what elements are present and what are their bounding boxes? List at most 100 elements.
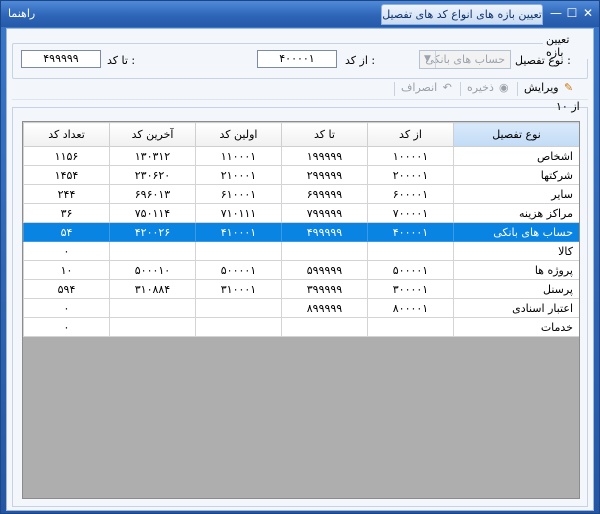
cell-count[interactable]: ۵۴ — [23, 222, 110, 242]
cell-from[interactable]: ۲۰۰۰۰۱ — [367, 165, 454, 185]
cell-to[interactable]: ۷۹۹۹۹۹ — [281, 203, 368, 223]
cell-count[interactable]: ۵۹۴ — [23, 279, 110, 299]
col-header-type[interactable]: نوع تفصیل — [453, 122, 579, 147]
table-row[interactable]: ۱۱۵۶ ۱۳۰۳۱۲ ۱۱۰۰۰۱ ۱۹۹۹۹۹ ۱۰۰۰۰۱ اشخاص — [23, 146, 579, 166]
table-row[interactable]: ۱۴۵۴ ۲۳۰۶۲۰ ۲۱۰۰۰۱ ۲۹۹۹۹۹ ۲۰۰۰۰۱ شرکتها — [23, 165, 579, 185]
table-row[interactable]: ۲۴۴ ۶۹۶۰۱۳ ۶۱۰۰۰۱ ۶۹۹۹۹۹ ۶۰۰۰۰۱ سایر — [23, 184, 579, 204]
col-header-to[interactable]: تا کد — [281, 122, 368, 147]
cell-type[interactable]: مراکز هزینه — [453, 203, 579, 223]
cell-last[interactable]: ۵۰۰۰۱۰ — [109, 260, 196, 280]
cell-type[interactable]: خدمات — [453, 317, 579, 337]
table-row[interactable]: ۳۶ ۷۵۰۱۱۴ ۷۱۰۱۱۱ ۷۹۹۹۹۹ ۷۰۰۰۰۱ مراکز هزی… — [23, 203, 579, 223]
col-header-count[interactable]: تعداد کد — [23, 122, 110, 147]
header-row: تعداد کد آخرین کد اولین کد تا کد از کد ن… — [23, 122, 579, 147]
cell-from[interactable]: ۴۰۰۰۰۱ — [367, 222, 454, 242]
toolbar-separator — [394, 82, 395, 96]
save-button[interactable]: ذخیره ◉ — [467, 81, 511, 94]
cell-type[interactable]: کالا — [453, 241, 579, 261]
cell-from[interactable] — [367, 241, 454, 261]
cell-count[interactable]: ۱۴۵۴ — [23, 165, 110, 185]
cell-count[interactable]: ۱۱۵۶ — [23, 146, 110, 166]
cell-count[interactable]: ۰ — [23, 317, 110, 337]
cell-last[interactable] — [109, 298, 196, 318]
cell-first[interactable]: ۶۱۰۰۰۱ — [195, 184, 282, 204]
table-row[interactable]: ۱۰ ۵۰۰۰۱۰ ۵۰۰۰۰۱ ۵۹۹۹۹۹ ۵۰۰۰۰۱ پروژه ها — [23, 260, 579, 280]
cell-type[interactable]: پروژه ها — [453, 260, 579, 280]
cell-type[interactable]: سایر — [453, 184, 579, 204]
cell-from[interactable]: ۷۰۰۰۰۱ — [367, 203, 454, 223]
cell-last[interactable]: ۲۳۰۶۲۰ — [109, 165, 196, 185]
help-menu[interactable]: راهنما — [8, 7, 35, 20]
col-header-from[interactable]: از کد — [367, 122, 454, 147]
cell-last[interactable]: ۷۵۰۱۱۴ — [109, 203, 196, 223]
cell-first[interactable] — [195, 298, 282, 318]
cell-last[interactable]: ۳۱۰۸۸۴ — [109, 279, 196, 299]
cell-from[interactable]: ۶۰۰۰۰۱ — [367, 184, 454, 204]
cell-count[interactable]: ۲۴۴ — [23, 184, 110, 204]
cell-first[interactable]: ۷۱۰۱۱۱ — [195, 203, 282, 223]
cell-first[interactable]: ۱۱۰۰۰۱ — [195, 146, 282, 166]
to-code-field[interactable]: ۴۹۹۹۹۹ — [21, 50, 101, 68]
cell-first[interactable]: ۵۰۰۰۰۱ — [195, 260, 282, 280]
chevron-down-icon[interactable]: ▼ — [420, 51, 436, 68]
save-icon: ◉ — [499, 81, 509, 94]
cell-from[interactable] — [367, 317, 454, 337]
close-icon[interactable]: ✕ — [581, 6, 595, 20]
cell-last[interactable] — [109, 241, 196, 261]
edit-button[interactable]: ویرایش ✎ — [524, 81, 576, 94]
cell-type[interactable]: اعتبار اسنادی — [453, 298, 579, 318]
code-ranges-grid[interactable]: تعداد کد آخرین کد اولین کد تا کد از کد ن… — [22, 121, 580, 499]
cell-count[interactable]: ۰ — [23, 241, 110, 261]
cell-to[interactable]: ۸۹۹۹۹۹ — [281, 298, 368, 318]
table-row[interactable]: ۰ خدمات — [23, 317, 579, 337]
table-row[interactable]: ۵۹۴ ۳۱۰۸۸۴ ۳۱۰۰۰۱ ۳۹۹۹۹۹ ۳۰۰۰۰۱ پرسنل — [23, 279, 579, 299]
cell-first[interactable]: ۴۱۰۰۰۱ — [195, 222, 282, 242]
edit-label: ویرایش — [524, 81, 559, 94]
table-row[interactable]: ۰ ۸۹۹۹۹۹ ۸۰۰۰۰۱ اعتبار اسنادی — [23, 298, 579, 318]
window-title-tab[interactable]: تعیین بازه های انواع کد های تفصیل — [381, 4, 543, 25]
cell-to[interactable]: ۳۹۹۹۹۹ — [281, 279, 368, 299]
undo-icon: ↶ — [442, 81, 452, 94]
cell-from[interactable]: ۵۰۰۰۰۱ — [367, 260, 454, 280]
cell-to[interactable] — [281, 241, 368, 261]
cancel-button[interactable]: انصراف ↶ — [401, 81, 454, 94]
toolbar-separator — [460, 82, 461, 96]
cell-from[interactable]: ۱۰۰۰۰۱ — [367, 146, 454, 166]
cell-from[interactable]: ۸۰۰۰۰۱ — [367, 298, 454, 318]
cell-from[interactable]: ۳۰۰۰۰۱ — [367, 279, 454, 299]
cell-type[interactable]: حساب های بانکی — [453, 222, 579, 242]
cell-first[interactable] — [195, 317, 282, 337]
cell-to[interactable]: ۶۹۹۹۹۹ — [281, 184, 368, 204]
table-row-selected[interactable]: ۵۴ ۴۲۰۰۲۶ ۴۱۰۰۰۱ ۴۹۹۹۹۹ ۴۰۰۰۰۱ حساب های … — [23, 222, 579, 242]
cell-count[interactable]: ۱۰ — [23, 260, 110, 280]
cell-first[interactable]: ۳۱۰۰۰۱ — [195, 279, 282, 299]
cell-last[interactable]: ۶۹۶۰۱۳ — [109, 184, 196, 204]
list-group-title: از ۱۰ — [556, 100, 580, 113]
cell-to[interactable]: ۱۹۹۹۹۹ — [281, 146, 368, 166]
cell-last[interactable]: ۱۳۰۳۱۲ — [109, 146, 196, 166]
grid-table: تعداد کد آخرین کد اولین کد تا کد از کد ن… — [23, 122, 579, 337]
cell-to[interactable]: ۵۹۹۹۹۹ — [281, 260, 368, 280]
cancel-label: انصراف — [401, 81, 438, 94]
cell-last[interactable]: ۴۲۰۰۲۶ — [109, 222, 196, 242]
title-bar: راهنما تعیین بازه های انواع کد های تفصیل… — [1, 1, 599, 27]
from-label: از کد : — [345, 54, 376, 67]
col-header-first[interactable]: اولین کد — [195, 122, 282, 147]
cell-to[interactable]: ۴۹۹۹۹۹ — [281, 222, 368, 242]
minimize-icon[interactable]: — — [549, 6, 563, 20]
cell-count[interactable]: ۰ — [23, 298, 110, 318]
cell-first[interactable] — [195, 241, 282, 261]
cell-type[interactable]: پرسنل — [453, 279, 579, 299]
table-row[interactable]: ۰ کالا — [23, 241, 579, 261]
cell-last[interactable] — [109, 317, 196, 337]
cell-type[interactable]: شرکتها — [453, 165, 579, 185]
cell-to[interactable] — [281, 317, 368, 337]
maximize-icon[interactable]: ☐ — [565, 6, 579, 20]
cell-type[interactable]: اشخاص — [453, 146, 579, 166]
cell-first[interactable]: ۲۱۰۰۰۱ — [195, 165, 282, 185]
cell-count[interactable]: ۳۶ — [23, 203, 110, 223]
col-header-last[interactable]: آخرین کد — [109, 122, 196, 147]
type-combo[interactable]: ▼ حساب های بانکی — [419, 50, 511, 69]
from-code-field[interactable]: ۴۰۰۰۰۱ — [257, 50, 337, 68]
cell-to[interactable]: ۲۹۹۹۹۹ — [281, 165, 368, 185]
